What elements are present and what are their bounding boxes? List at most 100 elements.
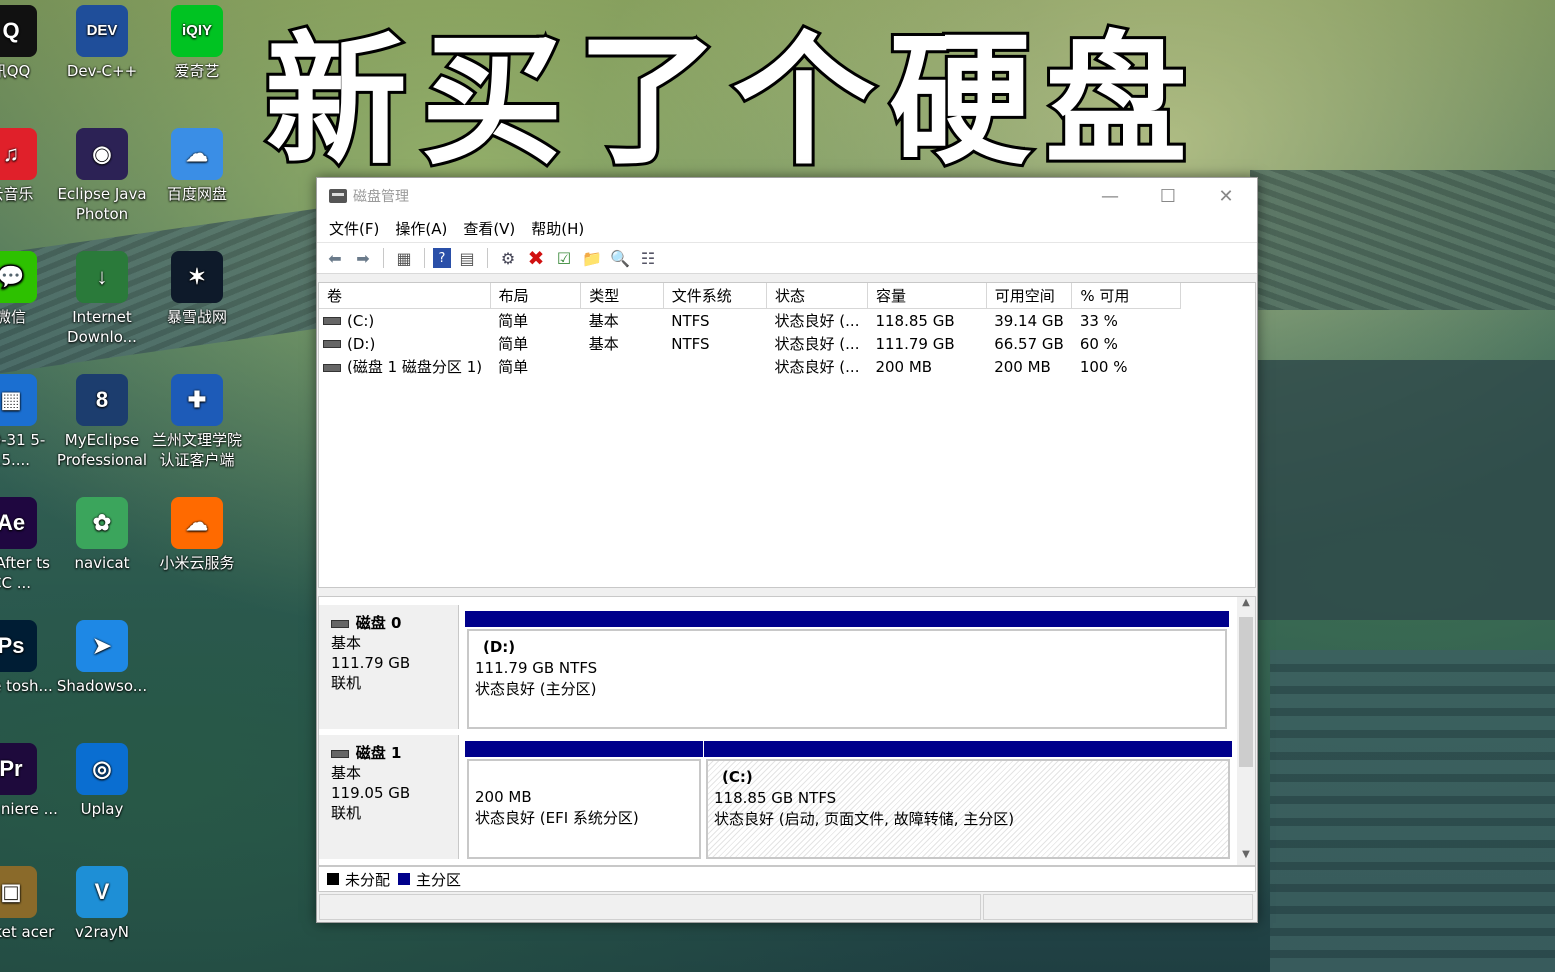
desktop-icon-eclipse[interactable]: ◉ Eclipse Java Photon	[54, 128, 150, 224]
col-status[interactable]: 状态	[766, 283, 868, 309]
partition-status: 状态良好 (主分区)	[475, 680, 597, 698]
desktop-icon-label: 微信	[0, 308, 26, 326]
desktop-icon-battlenet[interactable]: ✶ 暴雪战网	[149, 251, 245, 327]
baidu-netdisk-icon: ☁	[171, 128, 223, 180]
volume-icon	[323, 363, 341, 372]
screenshot-file-icon: ▦	[0, 374, 37, 426]
show-hide-console-tree-icon[interactable]: ▦	[392, 247, 416, 269]
desktop-icon-qq[interactable]: Q 讯QQ	[0, 5, 59, 81]
back-arrow-icon[interactable]: ⬅	[323, 247, 347, 269]
menu-action[interactable]: 操作(A)	[395, 218, 447, 239]
qq-icon: Q	[0, 5, 37, 57]
col-capacity[interactable]: 容量	[867, 283, 987, 309]
volume-table-header: 卷 布局 类型 文件系统 状态 容量 可用空间 % 可用	[319, 283, 1181, 309]
after-effects-icon: Ae	[0, 497, 37, 549]
disk-info-0[interactable]: 磁盘 0 基本 111.79 GB 联机	[319, 605, 459, 729]
desktop-icon-netease-music[interactable]: ♫ 云音乐	[0, 128, 59, 204]
legend-swatch-unallocated	[327, 873, 339, 885]
desktop-icon-idm[interactable]: ↓ Internet Downlo...	[54, 251, 150, 347]
desktop-icon-v2rayn[interactable]: Vv2rayN	[54, 866, 150, 942]
desktop-icon-baidu-netdisk[interactable]: ☁ 百度网盘	[149, 128, 245, 204]
desktop-icon-after-effects[interactable]: Ae be After ts CC ...	[0, 497, 59, 593]
desktop-icon-label: lobe niere ...	[0, 800, 58, 818]
battlenet-icon: ✶	[171, 251, 223, 303]
disk-row-1[interactable]: 磁盘 1 基本 119.05 GB 联机 200 MB 状态良好 (EFI 系统…	[319, 735, 1237, 859]
desktop-icon-label: Shadowso...	[56, 677, 148, 695]
desktop-icon-devcpp[interactable]: DEV Dev-C++	[54, 5, 150, 81]
maximize-button[interactable]: ☐	[1139, 178, 1197, 214]
volume-status-cell: 状态良好 (...	[774, 312, 860, 330]
volume-pct-cell: 33 %	[1079, 311, 1118, 330]
desktop-icon-packet-tracer[interactable]: ▣ Packet acer	[0, 866, 59, 942]
help-icon[interactable]: ?	[433, 248, 451, 268]
scroll-up-icon[interactable]: ▲	[1237, 597, 1255, 613]
partition-name: (D:)	[483, 638, 516, 656]
desktop-icon-myeclipse[interactable]: 8 MyEclipse Professional	[54, 374, 150, 470]
desktop-icon-iqiyi[interactable]: iQIY 爱奇艺	[149, 5, 245, 81]
partition-size-fs: 118.85 GB NTFS	[714, 789, 837, 807]
desktop-icon-shadowsocks[interactable]: ➤ Shadowso...	[54, 620, 150, 696]
close-button[interactable]: ✕	[1197, 178, 1255, 214]
desktop-icon-label: be After ts CC ...	[0, 554, 50, 592]
volume-row[interactable]: (D:) 简单 基本 NTFS 状态良好 (... 111.79 GB 66.57 GB 60…	[319, 332, 1181, 355]
desktop-icon-mi-cloud[interactable]: ☁ 小米云服务	[149, 497, 245, 573]
title-bar[interactable]: 磁盘管理 — ☐ ✕	[317, 178, 1257, 214]
disk-state: 联机	[331, 674, 362, 692]
desktop-icon-screenshot-file[interactable]: ▦ -10-31 5-15....	[0, 374, 59, 470]
check-icon[interactable]: ☑	[552, 247, 576, 269]
partition-efi[interactable]: 200 MB 状态良好 (EFI 系统分区)	[465, 741, 703, 859]
col-filesystem[interactable]: 文件系统	[663, 283, 768, 309]
desktop-icon-photoshop[interactable]: Ps lobe tosh...	[0, 620, 59, 696]
volume-status-cell: 状态良好 (...	[774, 358, 860, 376]
col-type[interactable]: 类型	[580, 283, 664, 309]
col-free-space[interactable]: 可用空间	[986, 283, 1073, 309]
forward-arrow-icon[interactable]: ➡	[351, 247, 375, 269]
volume-icon	[323, 317, 341, 325]
disk-size: 111.79 GB	[331, 654, 411, 672]
partition-name: (C:)	[722, 768, 753, 786]
status-cell-main	[319, 894, 981, 920]
volume-list-pane: 卷 布局 类型 文件系统 状态 容量 可用空间 % 可用 (C:) 简单 基本 NTF…	[318, 282, 1256, 588]
properties-panel-icon[interactable]: ▤	[455, 247, 479, 269]
volume-row[interactable]: (C:) 简单 基本 NTFS 状态良好 (... 118.85 GB 39.14 GB 33…	[319, 309, 1181, 333]
partition-c[interactable]: (C:) 118.85 GB NTFS 状态良好 (启动, 页面文件, 故障转储…	[704, 741, 1232, 859]
desktop-icon-label: navicat	[74, 554, 130, 572]
desktop-icon-navicat[interactable]: ✿ navicat	[54, 497, 150, 573]
disk-info-1[interactable]: 磁盘 1 基本 119.05 GB 联机	[319, 735, 459, 859]
folder-up-icon[interactable]: 📁	[580, 247, 604, 269]
search-folder-icon[interactable]: 🔍	[608, 247, 632, 269]
connect-disk-icon[interactable]: ⚙	[496, 247, 520, 269]
background-house	[1258, 360, 1555, 620]
pane-splitter[interactable]	[317, 588, 1255, 596]
scroll-down-icon[interactable]: ▼	[1237, 849, 1255, 865]
vertical-scrollbar[interactable]: ▲ ▼	[1237, 597, 1255, 865]
volume-name-cell[interactable]: (D:)	[319, 332, 490, 355]
eclipse-icon: ◉	[76, 128, 128, 180]
desktop-icon-label: 讯QQ	[0, 62, 31, 80]
volume-name-cell[interactable]: (磁盘 1 磁盘分区 1)	[319, 355, 490, 378]
partition-c-body[interactable]: (C:) 118.85 GB NTFS 状态良好 (启动, 页面文件, 故障转储…	[706, 759, 1230, 859]
volume-layout-cell: 简单	[498, 312, 529, 330]
settings-list-icon[interactable]: ☷	[636, 247, 660, 269]
idm-icon: ↓	[76, 251, 128, 303]
menu-bar: 文件(F) 操作(A) 查看(V) 帮助(H)	[317, 214, 1257, 242]
minimize-button[interactable]: —	[1081, 178, 1139, 214]
partition-d-body[interactable]: (D:) 111.79 GB NTFS 状态良好 (主分区)	[467, 629, 1227, 729]
desktop-icon-uplay[interactable]: ◎ Uplay	[54, 743, 150, 819]
volume-name-cell[interactable]: (C:)	[319, 309, 490, 333]
menu-file[interactable]: 文件(F)	[329, 218, 379, 239]
disk-row-0[interactable]: 磁盘 0 基本 111.79 GB 联机 (D:) 111.79 GB NTFS…	[319, 605, 1237, 729]
delete-icon[interactable]: ✖	[524, 246, 548, 270]
menu-view[interactable]: 查看(V)	[463, 218, 515, 239]
partition-d[interactable]: (D:) 111.79 GB NTFS 状态良好 (主分区)	[465, 611, 1229, 729]
col-volume[interactable]: 卷	[319, 283, 491, 309]
volume-row[interactable]: (磁盘 1 磁盘分区 1) 简单 状态良好 (... 200 MB 200 MB 100 …	[319, 355, 1181, 378]
partition-efi-body[interactable]: 200 MB 状态良好 (EFI 系统分区)	[467, 759, 701, 859]
desktop-icon-campus-client[interactable]: ✚ 兰州文理学院 认证客户端	[149, 374, 245, 470]
desktop-icon-premiere[interactable]: Pr lobe niere ...	[0, 743, 59, 819]
scroll-thumb[interactable]	[1239, 617, 1253, 767]
menu-help[interactable]: 帮助(H)	[531, 218, 584, 239]
desktop-icon-wechat[interactable]: 💬 微信	[0, 251, 59, 327]
col-layout[interactable]: 布局	[490, 283, 582, 309]
col-percent-free[interactable]: % 可用	[1071, 283, 1181, 309]
